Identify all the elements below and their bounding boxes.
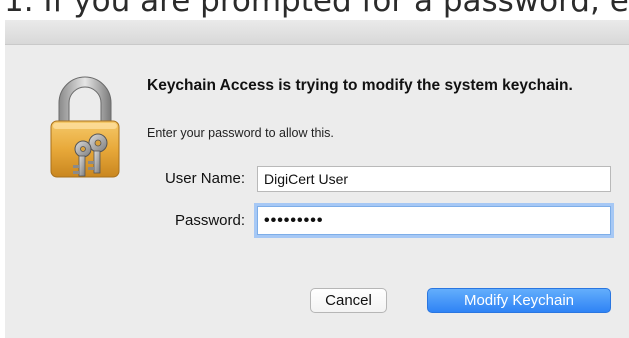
document-caption: 1. If you are prompted for a password, e [4, 0, 629, 19]
user-name-input[interactable] [257, 166, 611, 192]
cancel-button[interactable]: Cancel [310, 288, 387, 313]
password-label: Password: [174, 212, 245, 229]
dialog-heading: Keychain Access is trying to modify the … [147, 77, 573, 94]
keychain-dialog: Keychain Access is trying to modify the … [5, 20, 629, 338]
dialog-subtext: Enter your password to allow this. [147, 126, 334, 140]
dialog-titlebar [5, 20, 629, 45]
padlock-with-keys-icon [45, 75, 125, 185]
modify-keychain-button[interactable]: Modify Keychain [427, 288, 611, 313]
user-name-label: User Name: [164, 170, 245, 187]
password-input[interactable] [257, 206, 611, 235]
